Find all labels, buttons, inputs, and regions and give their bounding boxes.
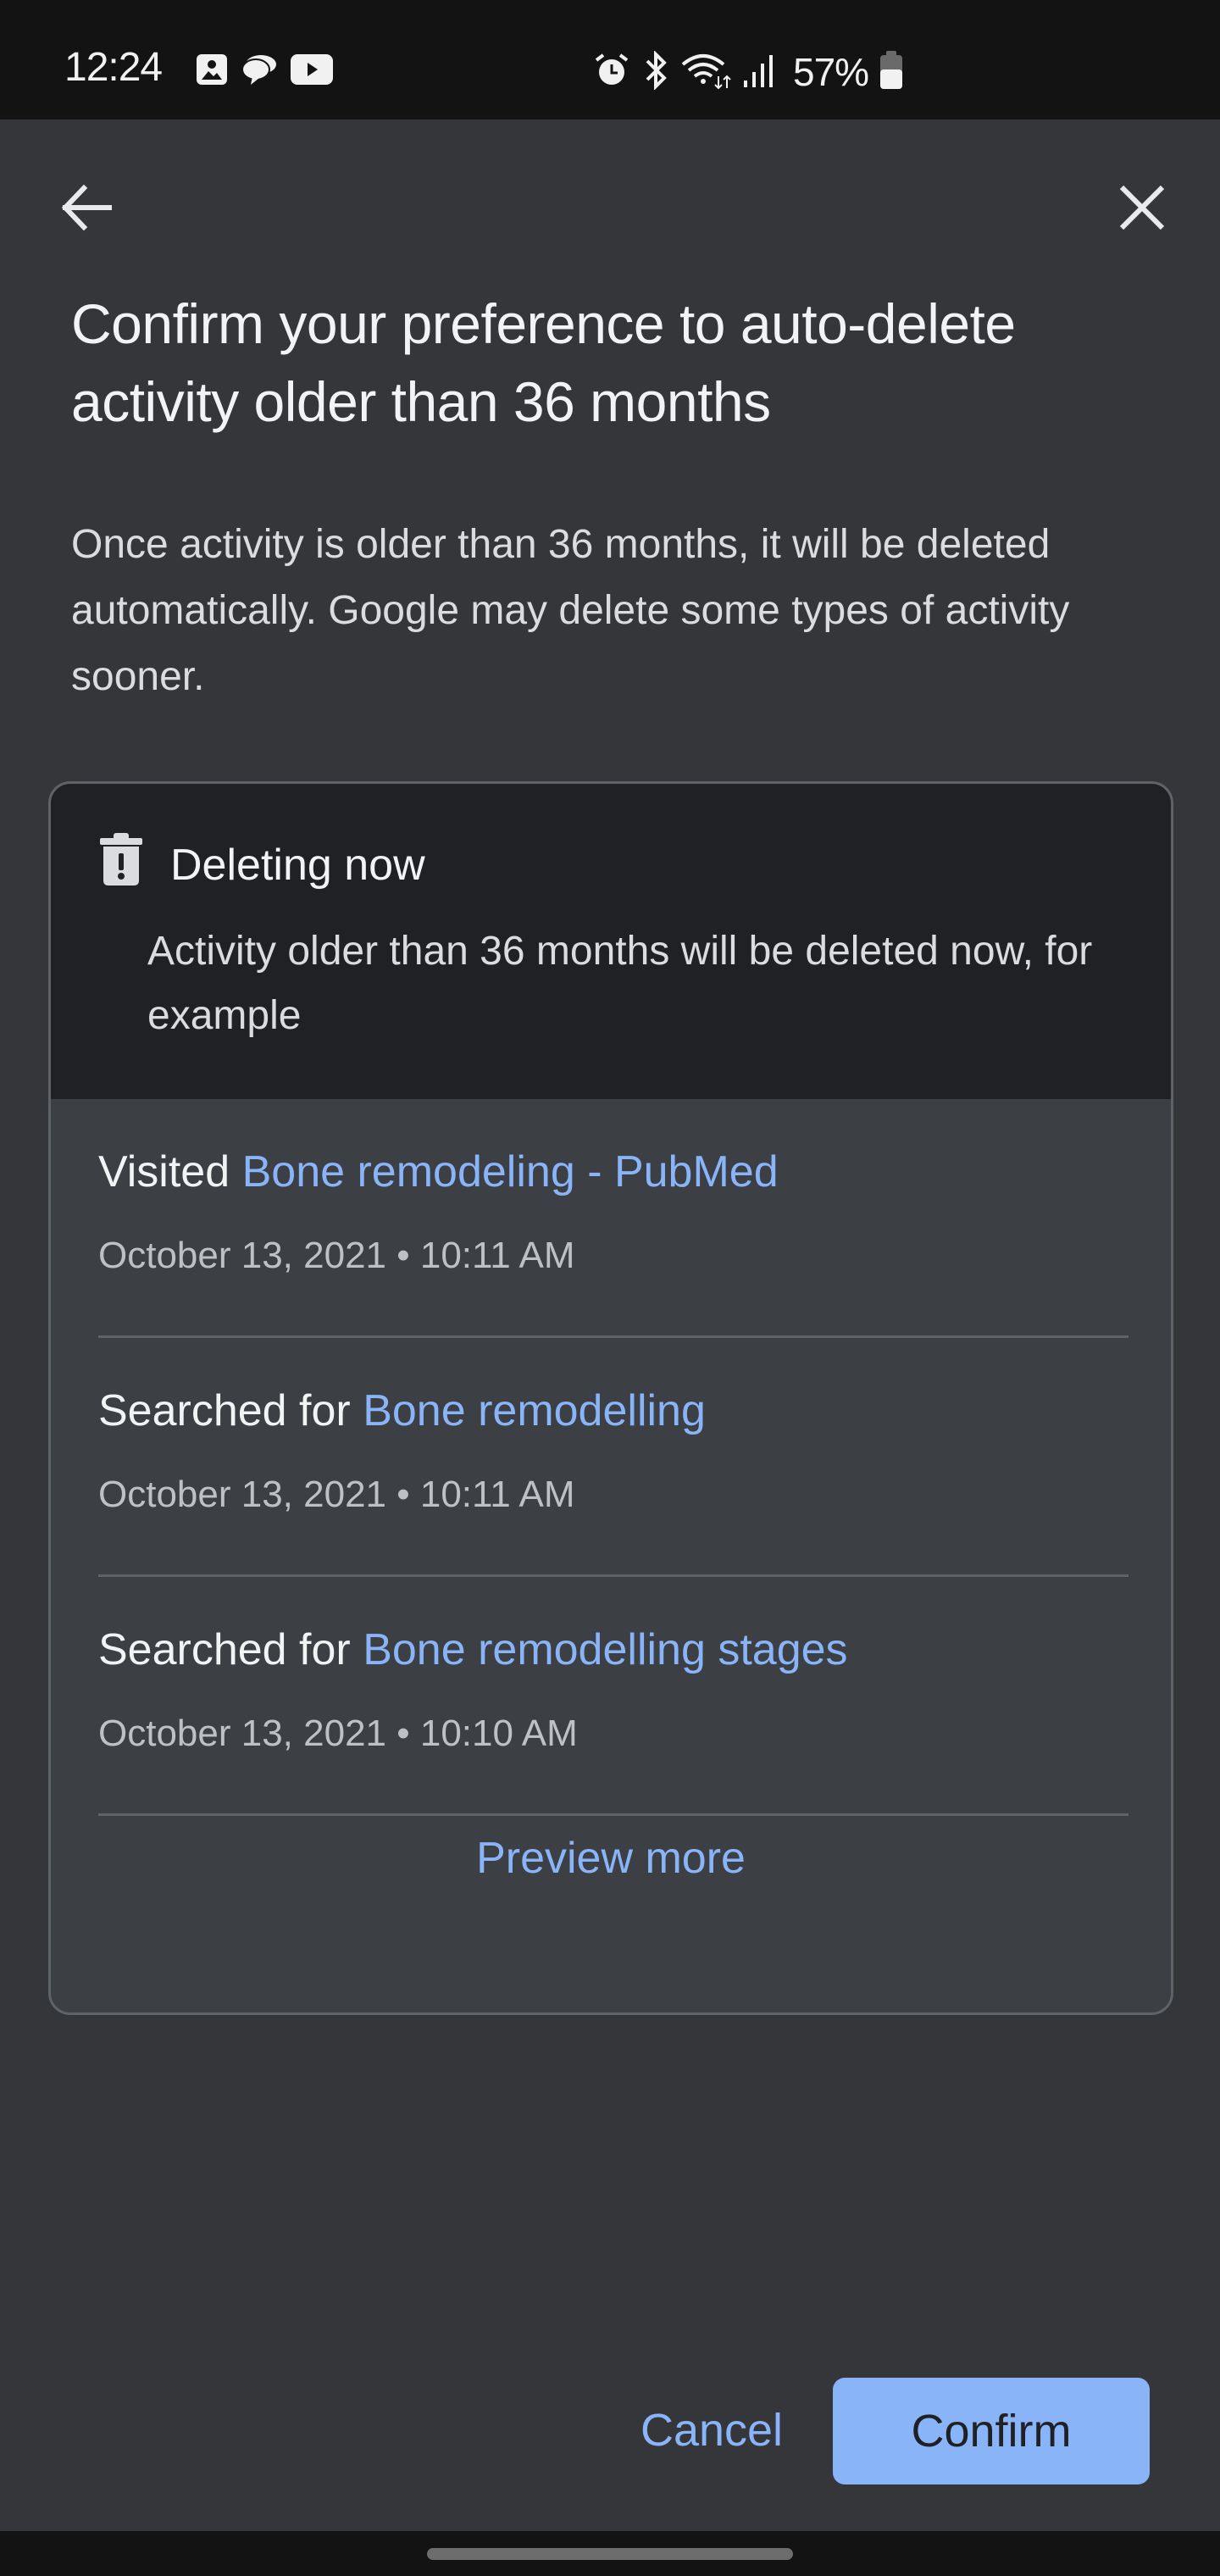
activity-item[interactable]: Visited Bone remodeling - PubMed October…	[98, 1099, 1128, 1338]
arrow-back-icon	[58, 180, 114, 240]
navigation-bar	[0, 2531, 1220, 2576]
chat-icon	[241, 53, 278, 91]
deletion-preview-card: Deleting now Activity older than 36 mont…	[48, 781, 1173, 2015]
activity-timestamp: October 13, 2021 • 10:10 AM	[98, 1713, 578, 1754]
activity-link[interactable]: Bone remodelling stages	[363, 1625, 847, 1674]
system-icons: 57%	[593, 49, 904, 95]
activity-title: Visited Bone remodeling - PubMed	[98, 1146, 779, 1197]
notification-icons	[195, 53, 334, 91]
page-description: Once activity is older than 36 months, i…	[71, 522, 1070, 699]
status-bar: 12:24 57%	[0, 0, 1220, 119]
activity-action: Visited	[98, 1147, 230, 1196]
wifi-icon	[681, 51, 732, 94]
activity-item[interactable]: Searched for Bone remodelling October 13…	[98, 1338, 1128, 1577]
back-button[interactable]	[51, 174, 122, 245]
activity-title: Searched for Bone remodelling	[98, 1385, 706, 1436]
activity-timestamp: October 13, 2021 • 10:11 AM	[98, 1474, 575, 1515]
activity-item[interactable]: Searched for Bone remodelling stages Oct…	[98, 1577, 1128, 1816]
card-heading-text: Activity older than 36 months will be de…	[147, 929, 1093, 1038]
activity-action: Searched for	[98, 1386, 351, 1435]
activity-list: Visited Bone remodeling - PubMed October…	[98, 1099, 1128, 1816]
activity-title: Searched for Bone remodelling stages	[98, 1624, 848, 1675]
top-app-bar	[0, 119, 1220, 289]
page-title: Confirm your preference to auto-delete a…	[71, 292, 1016, 433]
status-time: 12:24	[64, 45, 163, 90]
close-button[interactable]	[1106, 174, 1178, 245]
battery-icon	[879, 50, 904, 94]
preview-more-button[interactable]: Preview more	[51, 1833, 1171, 1884]
activity-action: Searched for	[98, 1625, 351, 1674]
deleting-now-header: Deleting now Activity older than 36 mont…	[51, 784, 1171, 1099]
activity-timestamp: October 13, 2021 • 10:11 AM	[98, 1235, 575, 1276]
alarm-icon	[593, 52, 630, 93]
card-heading: Deleting now	[170, 841, 425, 890]
trash-alert-icon	[98, 831, 144, 891]
home-gesture-handle[interactable]	[427, 2548, 793, 2560]
confirm-button[interactable]: Confirm	[833, 2378, 1150, 2484]
activity-link[interactable]: Bone remodelling	[363, 1386, 706, 1435]
close-icon	[1117, 182, 1167, 237]
signal-icon	[742, 52, 776, 93]
youtube-icon	[290, 53, 334, 90]
bluetooth-icon	[640, 49, 671, 94]
activity-link[interactable]: Bone remodeling - PubMed	[242, 1147, 779, 1196]
battery-percent: 57%	[793, 50, 869, 94]
cancel-button[interactable]: Cancel	[627, 2378, 796, 2483]
gallery-icon	[195, 53, 229, 91]
